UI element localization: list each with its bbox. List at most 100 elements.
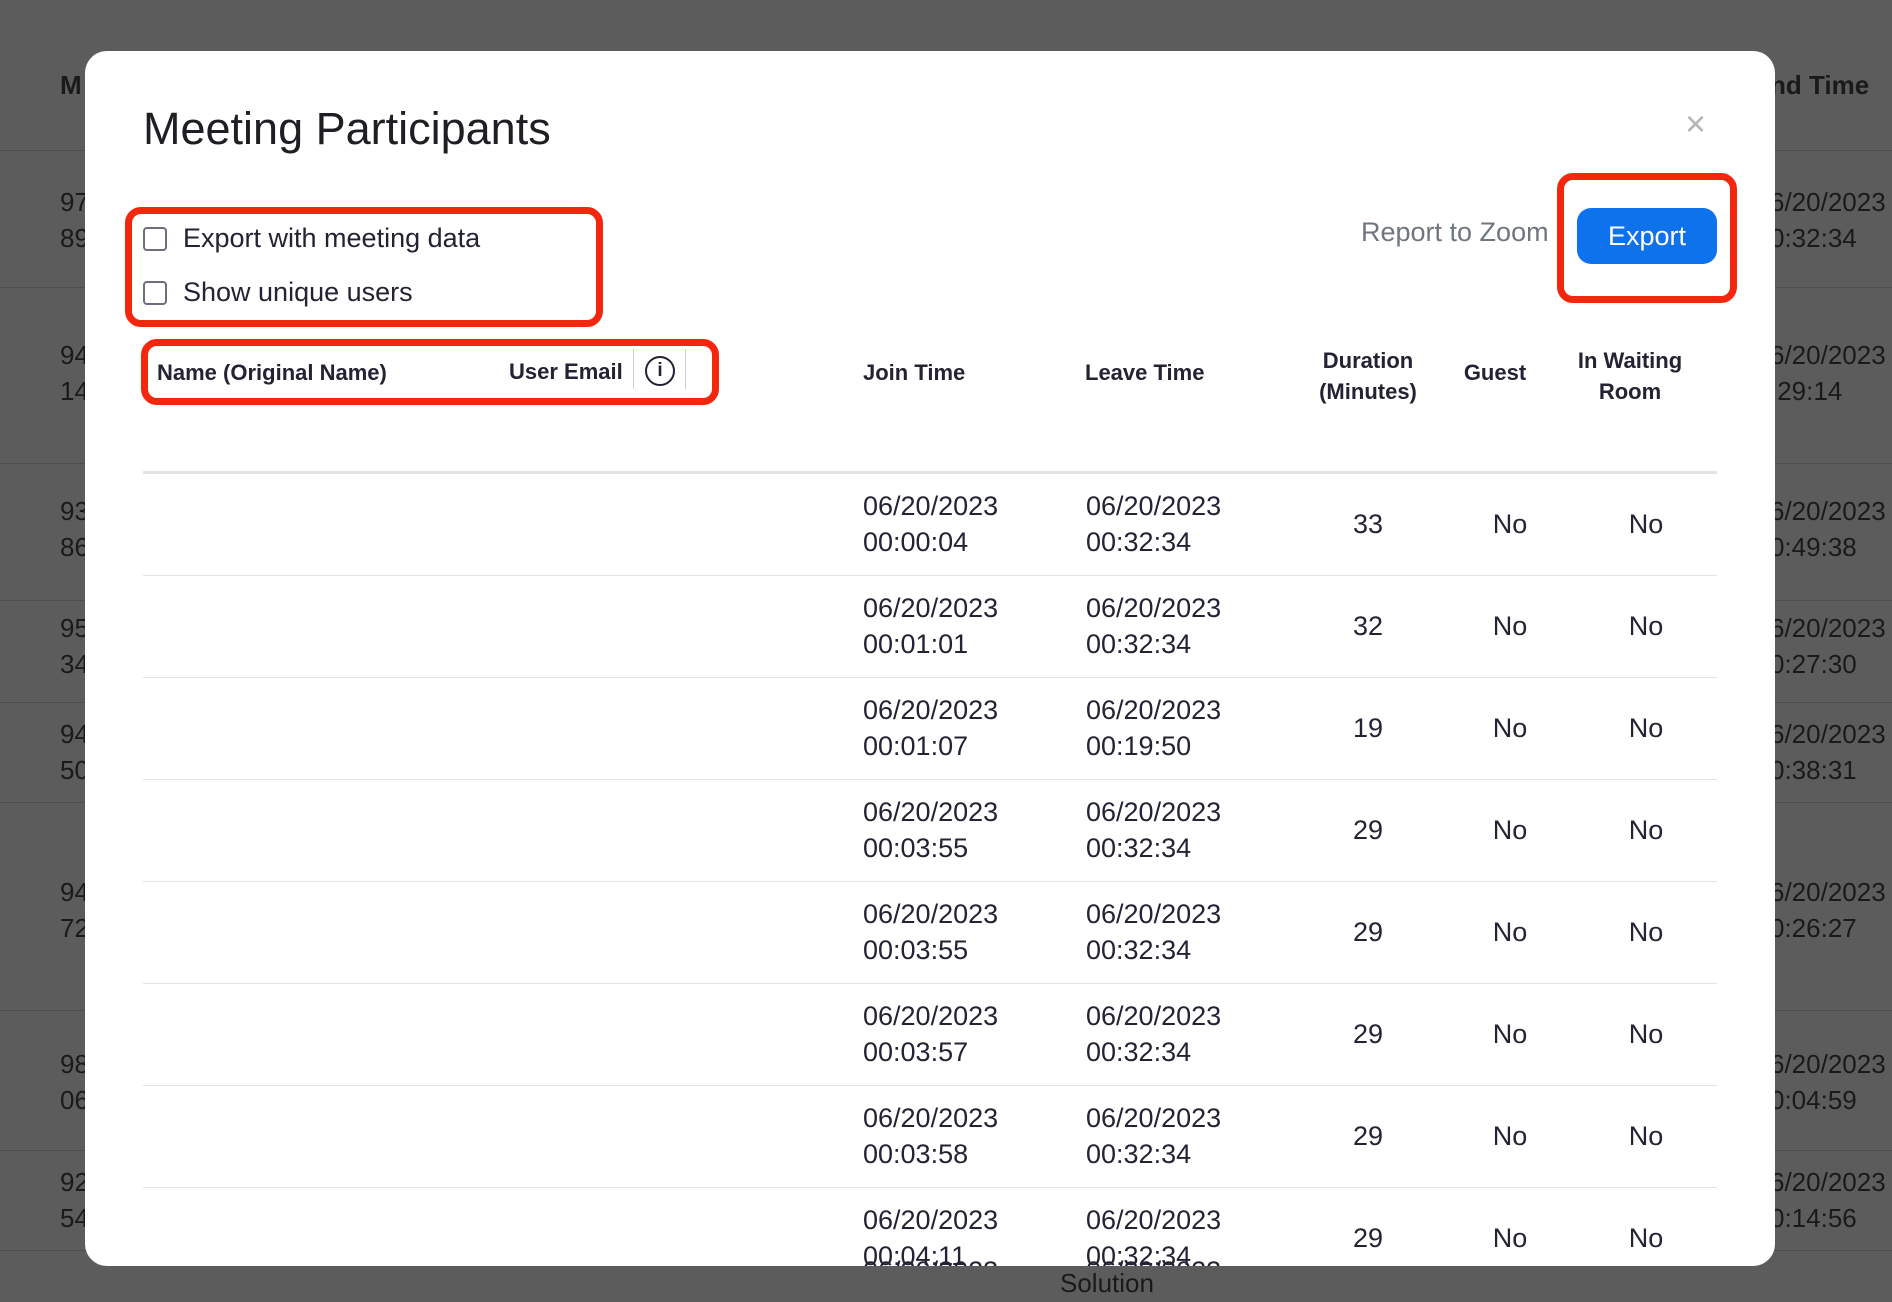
duration-cell: 19 [1352,713,1384,743]
waiting-room-cell: No [1628,611,1664,641]
header-divider [685,349,686,389]
join-date: 06/20/2023 [863,695,999,725]
column-header-duration[interactable]: Duration (Minutes) [1303,345,1433,407]
waiting-room-cell: No [1628,509,1664,539]
join-time: 00:01:01 [863,629,969,659]
info-icon[interactable]: i [645,356,675,386]
join-time-cell: 06/20/2023 00:00:04 [863,488,998,560]
join-time-cell: 06/20/2023 00:03:58 [863,1100,998,1172]
highlight-box-export [1557,173,1737,303]
table-row[interactable]: 06/20/2023 00:01:07 06/20/2023 00:19:50 19… [143,678,1717,780]
waiting-header-line1: In Waiting [1577,348,1683,373]
duration-cell: 29 [1352,917,1384,947]
background-header-left: M [60,70,82,100]
leave-date: 06/20/2023 [1086,899,1222,929]
background-end-time: 6/20/2023 0:27:30 [1770,613,1886,679]
table-row[interactable]: 06/20/2023 00:03:55 06/20/2023 00:32:34 29… [143,882,1717,984]
modal-title: Meeting Participants [143,103,551,154]
join-time: 00:03:57 [863,1037,969,1067]
join-date: 06/20/2023 [863,1001,999,1031]
leave-time-cell: 06/20/2023 00:32:34 [1086,1100,1221,1172]
join-time: 00:03:58 [863,1139,969,1169]
leave-time-cell: 06/20/2023 00:19:50 [1086,692,1221,764]
leave-time-cell: 06/20/2023 00:32:34 [1086,998,1221,1070]
guest-cell: No [1492,611,1528,641]
leave-date: 06/20/2023 [1086,695,1222,725]
join-time-cell: 06/20/2023 00:01:07 [863,692,998,764]
table-row[interactable]: 06/20/2023 00:01:01 06/20/2023 00:32:34 32… [143,576,1717,678]
background-end-time: 6/20/2023 0:04:59 [1770,1049,1886,1115]
join-time: 00:03:55 [863,833,969,863]
column-header-in-waiting-room[interactable]: In Waiting Room [1565,345,1695,407]
background-end-time: 6/20/2023 0:26:27 [1770,877,1886,943]
join-time: 00:00:04 [863,527,969,557]
join-time-cell: 06/20/2023 00:01:01 [863,590,998,662]
leave-time: 00:19:50 [1086,731,1192,761]
duration-cell: 29 [1352,1019,1384,1049]
background-end-time: 6/20/2023 0:38:31 [1770,719,1886,785]
background-end-time: 6/20/2023 0:32:34 [1770,187,1886,253]
guest-cell: No [1492,509,1528,539]
column-header-leave-time[interactable]: Leave Time [1085,357,1204,388]
header-divider [633,349,634,389]
leave-date: 06/20/2023 [1086,491,1222,521]
leave-time: 00:32:34 [1086,833,1192,863]
column-header-join-time[interactable]: Join Time [863,357,965,388]
background-header-end-time: nd Time [1770,70,1870,100]
guest-cell: No [1492,1019,1528,1049]
column-header-name[interactable]: Name (Original Name) [157,357,387,388]
leave-date: 06/20/2023 [1086,593,1222,623]
waiting-room-cell: No [1628,1223,1664,1253]
leave-date: 06/20/2023 [1086,1205,1222,1235]
guest-cell: No [1492,1121,1528,1151]
duration-header-line2: (Minutes) [1319,379,1417,404]
guest-cell: No [1492,815,1528,845]
table-row[interactable]: 06/20/2023 00:03:55 06/20/2023 00:32:34 29… [143,780,1717,882]
waiting-room-cell: No [1628,1121,1664,1151]
leave-time: 00:32:34 [1086,527,1192,557]
duration-cell: 33 [1352,509,1384,539]
leave-time-cell: 06/20/2023 00:32:34 [1086,590,1221,662]
waiting-room-cell: No [1628,815,1664,845]
waiting-room-cell: No [1628,917,1664,947]
leave-date: 06/20/2023 [1086,797,1222,827]
join-date: 06/20/2023 [863,899,999,929]
table-row[interactable]: 06/20/2023 00:03:58 06/20/2023 00:32:34 29… [143,1086,1717,1188]
meeting-participants-modal: Meeting Participants × Export with meeti… [85,51,1775,1266]
column-header-user-email[interactable]: User Email [509,356,623,387]
background-end-time: 6/20/2023 0:49:38 [1770,496,1886,562]
close-icon[interactable]: × [1685,103,1706,145]
table-row[interactable]: 06/20/2023 00:00:04 06/20/2023 00:32:34 33… [143,474,1717,576]
column-header-guest[interactable]: Guest [1440,357,1550,388]
leave-time: 00:32:34 [1086,1139,1192,1169]
join-date: 06/20/2023 [863,1253,998,1266]
leave-time: 00:32:34 [1086,629,1192,659]
duration-header-line1: Duration [1322,348,1414,373]
join-time: 00:01:07 [863,731,969,761]
table-row-partial: 06/20/2023 06/20/2023 [143,1253,1717,1266]
join-date: 06/20/2023 [863,797,999,827]
waiting-room-cell: No [1628,1019,1664,1049]
report-to-zoom-link[interactable]: Report to Zoom [1361,217,1549,248]
leave-time-cell: 06/20/2023 00:32:34 [1086,488,1221,560]
duration-cell: 29 [1352,1223,1384,1253]
leave-time-cell: 06/20/2023 00:32:34 [1086,896,1221,968]
duration-cell: 29 [1352,815,1384,845]
leave-date: 06/20/2023 [1086,1103,1222,1133]
join-date: 06/20/2023 [863,491,999,521]
table-row[interactable]: 06/20/2023 00:03:57 06/20/2023 00:32:34 29… [143,984,1717,1086]
highlight-box-options [125,207,603,327]
leave-date: 06/20/2023 [1086,1001,1222,1031]
join-time: 00:03:55 [863,935,969,965]
leave-time: 00:32:34 [1086,1037,1192,1067]
duration-cell: 32 [1352,611,1384,641]
guest-cell: No [1492,713,1528,743]
background-end-time: 6/20/2023 :29:14 [1770,340,1886,406]
join-time-cell: 06/20/2023 00:03:55 [863,794,998,866]
duration-cell: 29 [1352,1121,1384,1151]
join-date: 06/20/2023 [863,1103,999,1133]
leave-time-cell: 06/20/2023 00:32:34 [1086,794,1221,866]
participants-table-body: 06/20/2023 00:00:04 06/20/2023 00:32:34 33… [143,474,1717,1266]
waiting-header-line2: Room [1598,379,1662,404]
leave-date: 06/20/2023 [1086,1253,1221,1266]
